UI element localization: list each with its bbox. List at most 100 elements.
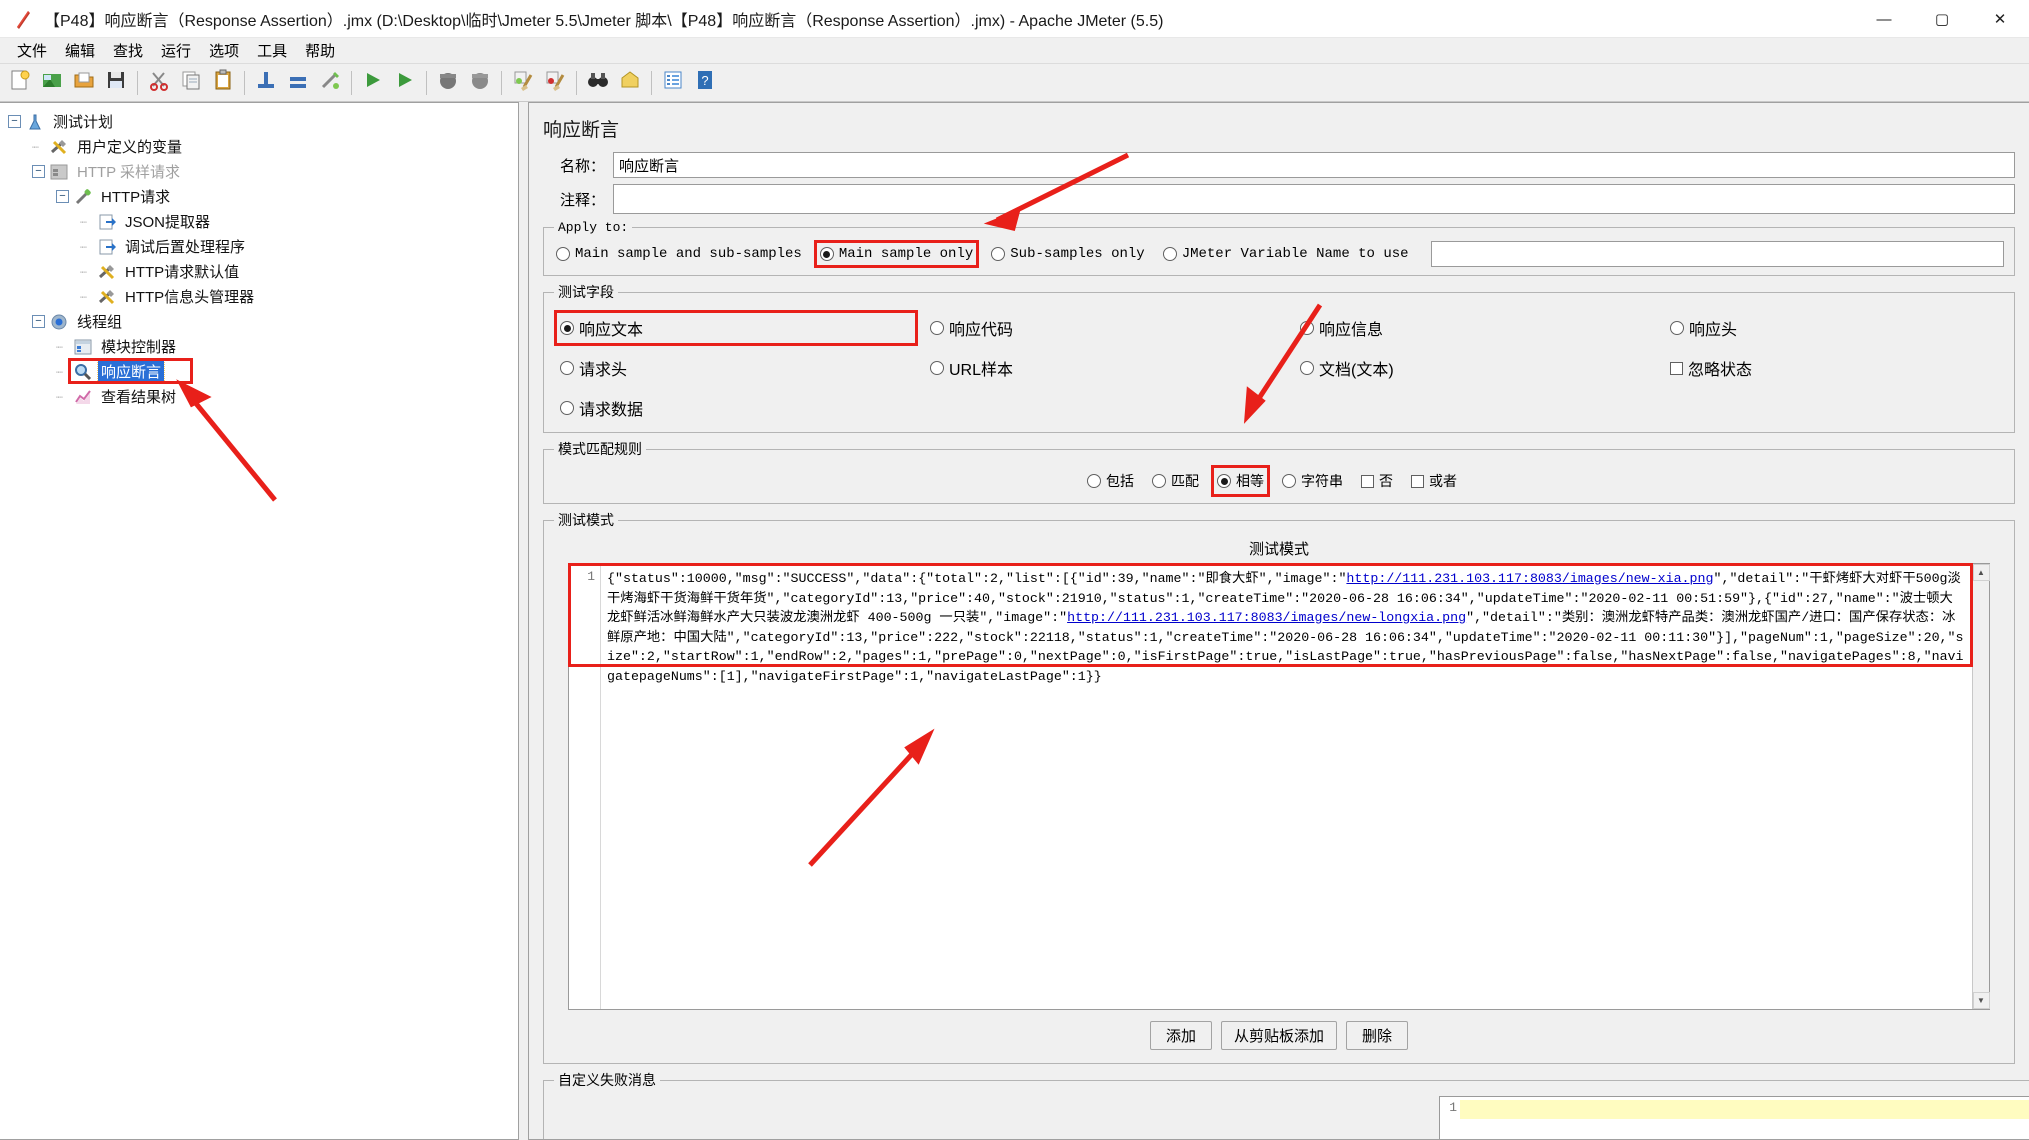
radio-circle-icon[interactable] xyxy=(1163,247,1177,261)
maximize-button[interactable]: ▢ xyxy=(1913,0,1971,38)
menu-search[interactable]: 查找 xyxy=(104,38,152,63)
tree-collapse-toggle-icon[interactable]: − xyxy=(56,190,69,203)
minimize-button[interactable]: — xyxy=(1855,0,1913,38)
menu-tools[interactable]: 工具 xyxy=(248,38,296,63)
editor-scrollbar[interactable]: ▲ ▼ xyxy=(1972,564,1989,1009)
radio-matches[interactable]: 匹配 xyxy=(1150,469,1201,493)
scroll-up-arrow[interactable]: ▲ xyxy=(1973,564,1990,581)
name-input[interactable] xyxy=(613,152,2015,178)
radio-circle-icon[interactable] xyxy=(1300,321,1314,335)
jmeter-variable-name-input[interactable] xyxy=(1431,241,2004,267)
checkbox-or[interactable]: 或者 xyxy=(1409,469,1459,493)
toolbar-reset-search[interactable] xyxy=(615,68,645,98)
toolbar-start[interactable] xyxy=(358,68,388,98)
custom-failure-message-editor[interactable]: 1 ▲ ▼ xyxy=(1439,1096,2029,1140)
radio-request-data[interactable]: 请求数据 xyxy=(558,394,914,422)
radio-url-sample[interactable]: URL样本 xyxy=(928,354,1284,382)
tree-node-test-plan[interactable]: −测试计划 xyxy=(0,109,518,134)
toolbar-toggle[interactable] xyxy=(315,68,345,98)
tree-node-module-controller[interactable]: ┈模块控制器 xyxy=(0,334,518,359)
toolbar-clear-all[interactable] xyxy=(540,68,570,98)
radio-circle-icon[interactable] xyxy=(820,247,834,261)
tree-node-json-extractor[interactable]: ┈JSON提取器 xyxy=(0,209,518,234)
toolbar-save[interactable] xyxy=(101,68,131,98)
radio-circle-icon[interactable] xyxy=(991,247,1005,261)
toolbar-search[interactable] xyxy=(583,68,613,98)
radio-equals[interactable]: 相等 xyxy=(1215,469,1266,493)
tree-node-debug-postprocessor[interactable]: ┈调试后置处理程序 xyxy=(0,234,518,259)
toolbar-function-helper[interactable] xyxy=(658,68,688,98)
checkbox-not[interactable]: 否 xyxy=(1359,469,1395,493)
toolbar-help[interactable]: ? xyxy=(690,68,720,98)
radio-circle-icon[interactable] xyxy=(930,361,944,375)
inline-url-link[interactable]: http://111.231.103.117:8083/images/new-x… xyxy=(1346,571,1713,586)
tree-node-http-header-manager[interactable]: ┈HTTP信息头管理器 xyxy=(0,284,518,309)
radio-response-headers[interactable]: 响应头 xyxy=(1668,314,1986,342)
toolbar-cut[interactable] xyxy=(144,68,174,98)
test-plan-tree[interactable]: −测试计划┈用户定义的变量−HTTP 采样请求−HTTP请求┈JSON提取器┈调… xyxy=(0,102,519,1140)
toolbar-collapse[interactable] xyxy=(283,68,313,98)
button-add-from-clipboard[interactable]: 从剪贴板添加 xyxy=(1221,1021,1337,1050)
radio-circle-icon[interactable] xyxy=(1300,361,1314,375)
scroll-down-arrow[interactable]: ▼ xyxy=(1973,992,1990,1009)
toolbar-copy[interactable] xyxy=(176,68,206,98)
menu-edit[interactable]: 编辑 xyxy=(56,38,104,63)
test-pattern-value[interactable]: {"status":10000,"msg":"SUCCESS","data":{… xyxy=(601,564,1972,1009)
toolbar-shutdown[interactable] xyxy=(465,68,495,98)
close-button[interactable]: ✕ xyxy=(1971,0,2029,38)
button-add[interactable]: 添加 xyxy=(1150,1021,1212,1050)
radio-circle-icon[interactable] xyxy=(1087,474,1101,488)
tree-node-thread-group[interactable]: −线程组 xyxy=(0,309,518,334)
tree-collapse-toggle-icon[interactable]: − xyxy=(32,315,45,328)
toolbar-stop[interactable] xyxy=(433,68,463,98)
toolbar-new[interactable] xyxy=(5,68,35,98)
menu-run[interactable]: 运行 xyxy=(152,38,200,63)
toolbar-clear[interactable] xyxy=(508,68,538,98)
radio-contains[interactable]: 包括 xyxy=(1085,469,1136,493)
tree-node-http-request[interactable]: −HTTP请求 xyxy=(0,184,518,209)
radio-circle-icon[interactable] xyxy=(1217,474,1231,488)
tree-node-user-defined-variables[interactable]: ┈用户定义的变量 xyxy=(0,134,518,159)
comment-input[interactable] xyxy=(613,184,2015,214)
tree-node-http-sampler-group[interactable]: −HTTP 采样请求 xyxy=(0,159,518,184)
test-patterns-editor[interactable]: 1 {"status":10000,"msg":"SUCCESS","data"… xyxy=(568,563,1990,1010)
radio-document-text[interactable]: 文档(文本) xyxy=(1298,354,1654,382)
checkbox-box-icon[interactable] xyxy=(1670,362,1683,375)
toolbar-templates[interactable] xyxy=(37,68,67,98)
toolbar-open[interactable] xyxy=(69,68,99,98)
radio-apply-sub-only[interactable]: Sub-samples only xyxy=(989,244,1146,264)
inline-url-link[interactable]: http://111.231.103.117:8083/images/new-l… xyxy=(1067,610,1466,625)
custom-failure-message-input[interactable] xyxy=(1460,1100,2029,1119)
button-delete[interactable]: 删除 xyxy=(1346,1021,1408,1050)
tree-collapse-toggle-icon[interactable]: − xyxy=(32,165,45,178)
radio-circle-icon[interactable] xyxy=(1152,474,1166,488)
radio-apply-main-and-sub[interactable]: Main sample and sub-samples xyxy=(554,244,804,264)
tree-node-http-request-defaults[interactable]: ┈HTTP请求默认值 xyxy=(0,259,518,284)
radio-circle-icon[interactable] xyxy=(930,321,944,335)
menu-options[interactable]: 选项 xyxy=(200,38,248,63)
toolbar-start-no-pauses[interactable] xyxy=(390,68,420,98)
menu-file[interactable]: 文件 xyxy=(8,38,56,63)
menu-help[interactable]: 帮助 xyxy=(296,38,344,63)
radio-circle-icon[interactable] xyxy=(560,401,574,415)
checkbox-box-icon[interactable] xyxy=(1361,475,1374,488)
radio-response-message[interactable]: 响应信息 xyxy=(1298,314,1654,342)
toolbar-expand[interactable] xyxy=(251,68,281,98)
radio-circle-icon[interactable] xyxy=(1670,321,1684,335)
radio-circle-icon[interactable] xyxy=(560,321,574,335)
checkbox-box-icon[interactable] xyxy=(1411,475,1424,488)
radio-response-text[interactable]: 响应文本 xyxy=(558,314,914,342)
radio-apply-jmeter-variable[interactable]: JMeter Variable Name to use xyxy=(1161,244,1411,264)
radio-circle-icon[interactable] xyxy=(1282,474,1296,488)
tree-collapse-toggle-icon[interactable]: − xyxy=(8,115,21,128)
panel-splitter[interactable] xyxy=(519,102,528,1140)
tree-node-response-assertion[interactable]: ┈响应断言 xyxy=(0,359,518,384)
radio-apply-main-only[interactable]: Main sample only xyxy=(818,244,975,264)
radio-response-code[interactable]: 响应代码 xyxy=(928,314,1284,342)
radio-circle-icon[interactable] xyxy=(556,247,570,261)
radio-request-headers[interactable]: 请求头 xyxy=(558,354,914,382)
radio-circle-icon[interactable] xyxy=(560,361,574,375)
radio-substring[interactable]: 字符串 xyxy=(1280,469,1345,493)
tree-node-view-results-tree[interactable]: ┈查看结果树 xyxy=(0,384,518,409)
toolbar-paste[interactable] xyxy=(208,68,238,98)
